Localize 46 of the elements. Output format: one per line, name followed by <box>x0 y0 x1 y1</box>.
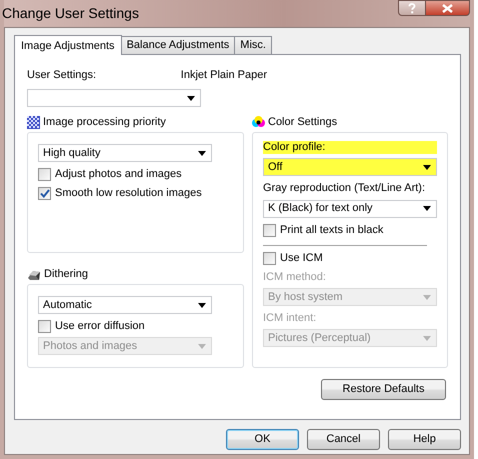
field-label: Color profile: <box>263 141 437 154</box>
checkbox[interactable] <box>38 187 51 200</box>
section-title: Color Settings <box>268 116 338 129</box>
caret-icon <box>198 150 206 156</box>
section-title: Dithering <box>44 268 88 281</box>
help-button[interactable] <box>398 0 426 16</box>
dropdown[interactable]: Off <box>263 158 437 176</box>
caret-icon <box>198 344 206 349</box>
field-label: User Settings: <box>27 69 96 82</box>
field-label: ICM method: <box>263 270 327 284</box>
tab[interactable]: Misc. <box>234 36 272 54</box>
checkbox[interactable] <box>263 252 276 265</box>
caret-icon <box>423 206 431 212</box>
checkbox-label: Adjust photos and images <box>55 168 182 182</box>
caret-icon <box>423 164 431 170</box>
section-title: Image processing priority <box>43 116 166 129</box>
close-button[interactable] <box>426 0 470 16</box>
checkered-icon <box>27 116 40 129</box>
setting-value: Inkjet Plain Paper <box>180 69 267 82</box>
caret-icon <box>423 336 431 341</box>
restore-defaults-button[interactable]: Restore Defaults <box>321 379 446 400</box>
dialog-button[interactable]: Help <box>388 429 461 450</box>
dialog-button[interactable]: Cancel <box>307 429 380 450</box>
checkbox[interactable] <box>38 320 51 334</box>
checkbox-label: Print all texts in black <box>280 224 384 237</box>
field-label: Gray reproduction (Text/Line Art): <box>263 182 426 196</box>
checkbox-label: Use ICM <box>280 252 323 265</box>
close-icon <box>442 4 453 12</box>
checkbox-label: Use error diffusion <box>55 320 145 334</box>
caret-icon <box>423 294 431 300</box>
checkbox[interactable] <box>38 168 51 182</box>
caret-icon <box>198 302 206 308</box>
field-label: ICM intent: <box>263 312 318 326</box>
dialog-button[interactable]: OK <box>226 429 299 450</box>
window-title: Change User Settings <box>2 4 139 22</box>
tab[interactable]: Balance Adjustments <box>120 36 236 54</box>
checkbox-label: Smooth low resolution images <box>55 187 202 201</box>
dropdown[interactable] <box>27 89 201 108</box>
caret-icon <box>187 96 195 101</box>
color-circles-icon <box>252 116 265 128</box>
help-icon <box>408 2 416 14</box>
dropdown[interactable]: High quality <box>38 144 212 162</box>
checkbox[interactable] <box>263 224 276 237</box>
tab[interactable]: Image Adjustments <box>14 35 122 55</box>
dropdown[interactable]: Automatic <box>38 296 212 314</box>
dropdown[interactable]: K (Black) for text only <box>263 200 437 218</box>
